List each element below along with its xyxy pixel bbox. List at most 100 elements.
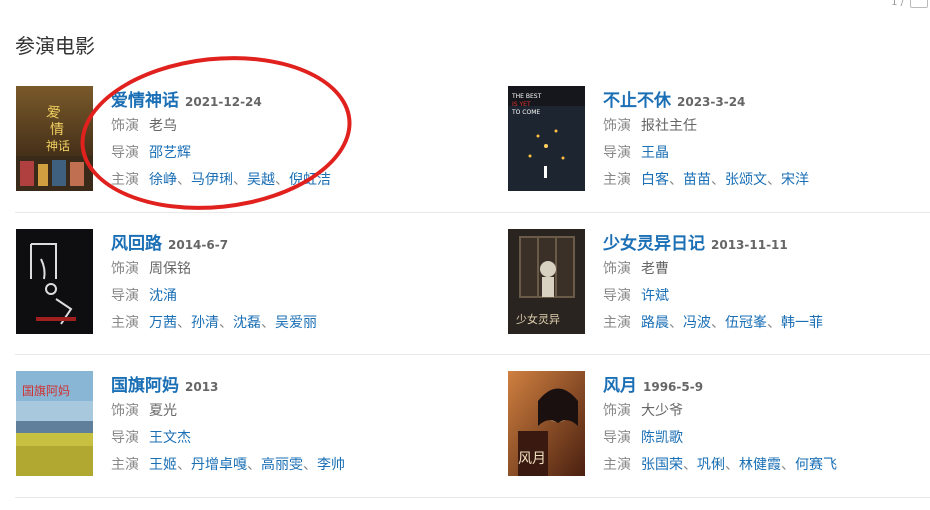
director-link[interactable]: 王文杰 <box>149 430 191 446</box>
title-row: 爱情神话 2021-12-24 <box>111 89 431 113</box>
cast-label: 主演 <box>111 172 139 188</box>
cast-link[interactable]: 韩一菲 <box>781 315 823 331</box>
separator: 、 <box>725 457 739 473</box>
movie-title-link[interactable]: 国旗阿妈 <box>111 376 179 396</box>
role-row: 饰演 周保铭 <box>111 256 431 283</box>
poster-text: 少女灵异 <box>516 312 560 326</box>
separator: 、 <box>233 172 247 188</box>
cast-link[interactable]: 丹增卓嘎 <box>191 457 247 473</box>
director-link[interactable]: 王晶 <box>641 145 669 161</box>
cast-row: 主演 白客、苗苗、张颂文、宋洋 <box>603 167 923 194</box>
cast-link[interactable]: 沈磊 <box>233 315 261 331</box>
cast-label: 主演 <box>603 172 631 188</box>
movie-card: 国旗阿妈 国旗阿妈 2013 饰演 夏光 导演 王文杰 主演 王姬、丹增卓嘎、高丽雯、李… <box>16 371 431 481</box>
title-row: 不止不休 2023-3-24 <box>603 89 923 113</box>
cast-link[interactable]: 张颂文 <box>725 172 767 188</box>
release-date: 2023-3-24 <box>677 95 746 109</box>
poster-text: 情 <box>50 122 64 138</box>
cast-row: 主演 路晨、冯波、伍冠峯、韩一菲 <box>603 310 923 337</box>
director-label: 导演 <box>111 145 139 161</box>
title-row: 少女灵异日记 2013-11-11 <box>603 232 923 256</box>
poster-text: 神话 <box>46 139 70 153</box>
director-row: 导演 王文杰 <box>111 425 431 452</box>
director-link[interactable]: 陈凯歌 <box>641 430 683 446</box>
role-label: 饰演 <box>111 403 139 419</box>
role-value: 老乌 <box>149 118 177 134</box>
pagination-fragment: 1 / <box>870 0 930 8</box>
cast-link[interactable]: 王姬 <box>149 457 177 473</box>
cast-link[interactable]: 李帅 <box>317 457 345 473</box>
role-label: 饰演 <box>603 403 631 419</box>
cast-row: 主演 徐峥、马伊琍、吴越、倪虹洁 <box>111 167 431 194</box>
cast-link[interactable]: 冯波 <box>683 315 711 331</box>
cast-link[interactable]: 宋洋 <box>781 172 809 188</box>
director-link[interactable]: 沈涌 <box>149 288 177 304</box>
cast-link[interactable]: 孙清 <box>191 315 219 331</box>
movie-poster[interactable] <box>16 229 93 334</box>
cast-link[interactable]: 万茜 <box>149 315 177 331</box>
title-row: 国旗阿妈 2013 <box>111 374 431 398</box>
cast-link[interactable]: 吴爱丽 <box>275 315 317 331</box>
director-row: 导演 许斌 <box>603 283 923 310</box>
director-row: 导演 邵艺辉 <box>111 140 431 167</box>
movie-title-link[interactable]: 不止不休 <box>603 91 671 111</box>
pagination-button[interactable] <box>910 0 928 8</box>
movie-info: 国旗阿妈 2013 饰演 夏光 导演 王文杰 主演 王姬、丹增卓嘎、高丽雯、李帅 <box>111 374 431 479</box>
movie-poster[interactable]: 国旗阿妈 <box>16 371 93 476</box>
movie-poster[interactable]: 风月 <box>508 371 585 476</box>
section-title: 参演电影 <box>15 34 95 58</box>
role-row: 饰演 大少爷 <box>603 398 923 425</box>
title-row: 风月 1996-5-9 <box>603 374 923 398</box>
cast-link[interactable]: 何赛飞 <box>795 457 837 473</box>
movie-info: 风月 1996-5-9 饰演 大少爷 导演 陈凯歌 主演 张国荣、巩俐、林健霞、何赛飞 <box>603 374 923 479</box>
poster-text: THE BEST <box>511 93 542 100</box>
cast-row: 主演 王姬、丹增卓嘎、高丽雯、李帅 <box>111 452 431 479</box>
cast-link[interactable]: 白客 <box>641 172 669 188</box>
movie-info: 风回路 2014-6-7 饰演 周保铭 导演 沈涌 主演 万茜、孙清、沈磊、吴爱丽 <box>111 232 431 337</box>
release-date: 2014-6-7 <box>168 238 229 252</box>
director-link[interactable]: 邵艺辉 <box>149 145 191 161</box>
cast-link[interactable]: 苗苗 <box>683 172 711 188</box>
separator: 、 <box>669 315 683 331</box>
cast-link[interactable]: 高丽雯 <box>261 457 303 473</box>
cast-link[interactable]: 伍冠峯 <box>725 315 767 331</box>
cast-label: 主演 <box>111 315 139 331</box>
movie-title-link[interactable]: 风回路 <box>111 234 162 254</box>
director-label: 导演 <box>111 430 139 446</box>
director-label: 导演 <box>603 145 631 161</box>
movie-title-link[interactable]: 少女灵异日记 <box>603 234 705 254</box>
role-label: 饰演 <box>603 261 631 277</box>
director-link[interactable]: 许斌 <box>641 288 669 304</box>
movie-info: 少女灵异日记 2013-11-11 饰演 老曹 导演 许斌 主演 路晨、冯波、伍冠峯、韩… <box>603 232 923 337</box>
director-row: 导演 王晶 <box>603 140 923 167</box>
movie-poster[interactable]: 爱情神话 <box>16 86 93 191</box>
movie-card: 风回路 2014-6-7 饰演 周保铭 导演 沈涌 主演 万茜、孙清、沈磊、吴爱丽 <box>16 229 431 339</box>
movie-poster[interactable]: THE BEST IS YET TO COME <box>508 86 585 191</box>
title-row: 风回路 2014-6-7 <box>111 232 431 256</box>
poster-text: 爱 <box>45 104 61 122</box>
movie-card: 爱情神话 爱情神话 2021-12-24 饰演 老乌 导演 邵艺辉 主演 徐峥、马伊琍、… <box>16 86 431 196</box>
director-label: 导演 <box>603 288 631 304</box>
release-date: 2013 <box>185 380 219 394</box>
role-label: 饰演 <box>603 118 631 134</box>
release-date: 2013-11-11 <box>711 238 788 252</box>
movie-title-link[interactable]: 风月 <box>603 376 637 396</box>
role-value: 大少爷 <box>641 403 683 419</box>
cast-link[interactable]: 马伊琍 <box>191 172 233 188</box>
cast-link[interactable]: 林健霞 <box>739 457 781 473</box>
cast-link[interactable]: 徐峥 <box>149 172 177 188</box>
cast-link[interactable]: 路晨 <box>641 315 669 331</box>
cast-row: 主演 万茜、孙清、沈磊、吴爱丽 <box>111 310 431 337</box>
cast-link[interactable]: 倪虹洁 <box>289 172 331 188</box>
role-value: 夏光 <box>149 403 177 419</box>
movie-poster[interactable]: 少女灵异 <box>508 229 585 334</box>
poster-text: 国旗阿妈 <box>22 383 70 398</box>
movie-title-link[interactable]: 爱情神话 <box>111 91 179 111</box>
separator: 、 <box>177 315 191 331</box>
separator: 、 <box>247 457 261 473</box>
separator: 、 <box>303 457 317 473</box>
cast-link[interactable]: 吴越 <box>247 172 275 188</box>
cast-link[interactable]: 巩俐 <box>697 457 725 473</box>
release-date: 1996-5-9 <box>643 380 704 394</box>
cast-link[interactable]: 张国荣 <box>641 457 683 473</box>
